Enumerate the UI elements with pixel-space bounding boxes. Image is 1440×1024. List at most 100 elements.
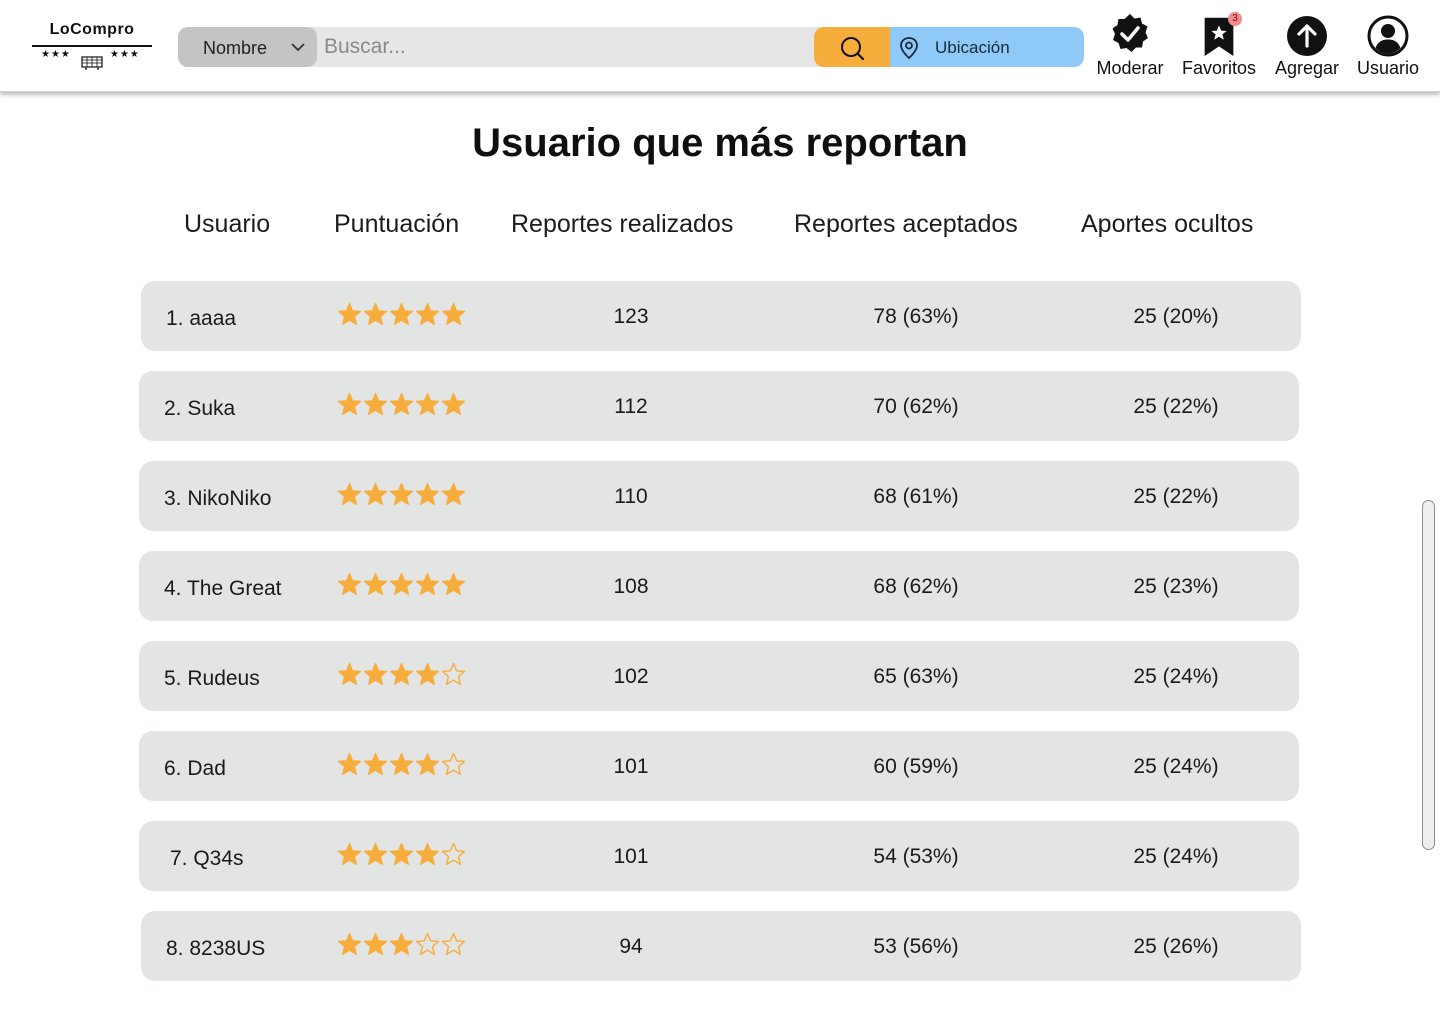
row-aportes-ocultos: 25 (24%) [1133, 665, 1219, 688]
rating-stars [337, 302, 466, 327]
star-filled-icon [441, 392, 466, 415]
top-header: LoCompro ★★★ ★★★ Nombre Buscar... Ubicac… [0, 0, 1440, 92]
row-username: 4. The Great [164, 577, 282, 600]
rating-stars [337, 842, 466, 867]
row-reportes-realizados: 102 [613, 665, 649, 688]
table-row[interactable]: 8. 8238US 94 53 (56%) 25 (26%) [141, 911, 1301, 981]
row-aportes-ocultos: 25 (24%) [1133, 755, 1219, 778]
row-username: 7. Q34s [170, 847, 244, 870]
row-reportes-realizados: 123 [613, 305, 649, 328]
row-aportes-ocultos: 25 (22%) [1133, 395, 1219, 418]
row-reportes-realizados: 112 [614, 395, 648, 418]
row-reportes-aceptados: 65 (63%) [873, 665, 959, 688]
rating-stars [337, 392, 466, 417]
star-filled-icon [389, 302, 414, 325]
upload-arrow-icon [1287, 16, 1327, 56]
category-dropdown[interactable]: Nombre [178, 27, 317, 67]
star-filled-icon [337, 842, 362, 865]
star-filled-icon [441, 482, 466, 505]
star-filled-icon [363, 842, 388, 865]
nav-favoritos-label: Favoritos [1181, 58, 1257, 78]
locompro-logo[interactable]: LoCompro ★★★ ★★★ [32, 18, 152, 74]
row-reportes-realizados: 101 [613, 845, 649, 868]
row-aportes-ocultos: 25 (23%) [1133, 575, 1219, 598]
star-filled-icon [337, 572, 362, 595]
star-filled-icon [415, 842, 440, 865]
star-filled-icon [337, 482, 362, 505]
table-row[interactable]: 6. Dad 101 60 (59%) 25 (24%) [139, 731, 1299, 801]
column-header-usuario: Usuario [184, 210, 271, 238]
table-row[interactable]: 2. Suka 112 70 (62%) 25 (22%) [139, 371, 1299, 441]
search-input[interactable] [324, 31, 810, 63]
star-filled-icon [389, 752, 414, 775]
page-title: Usuario que más reportan [472, 121, 968, 165]
row-aportes-ocultos: 25 (26%) [1133, 935, 1219, 958]
nav-agregar[interactable]: Agregar [1270, 12, 1344, 82]
star-filled-icon [389, 842, 414, 865]
table-row[interactable]: 4. The Great 108 68 (62%) 25 (23%) [139, 551, 1299, 621]
row-username: 5. Rudeus [164, 667, 260, 690]
row-reportes-aceptados: 54 (53%) [873, 845, 959, 868]
rating-stars [337, 662, 466, 687]
chevron-down-icon [291, 43, 305, 52]
logo-underline [32, 45, 152, 47]
logo-stars-right: ★★★ [110, 49, 140, 60]
row-reportes-aceptados: 68 (61%) [873, 485, 959, 508]
column-header-reportes-aceptados: Reportes aceptados [794, 210, 1018, 238]
star-filled-icon [389, 662, 414, 685]
row-reportes-aceptados: 53 (56%) [873, 935, 959, 958]
star-filled-icon [389, 932, 414, 955]
row-reportes-realizados: 101 [613, 755, 649, 778]
star-filled-icon [415, 752, 440, 775]
rating-stars [337, 572, 466, 597]
star-filled-icon [389, 482, 414, 505]
star-filled-icon [363, 392, 388, 415]
star-filled-icon [363, 572, 388, 595]
rating-stars [337, 482, 466, 507]
star-filled-icon [363, 302, 388, 325]
row-username: 2. Suka [164, 397, 236, 420]
rating-stars [337, 752, 466, 777]
table-row[interactable]: 5. Rudeus 102 65 (63%) 25 (24%) [139, 641, 1299, 711]
star-filled-icon [415, 572, 440, 595]
cart-icon [81, 56, 103, 70]
star-filled-icon [441, 572, 466, 595]
table-row[interactable]: 1. aaaa 123 78 (63%) 25 (20%) [141, 281, 1301, 351]
table-row[interactable]: 7. Q34s 101 54 (53%) 25 (24%) [139, 821, 1299, 891]
column-header-reportes-realizados: Reportes realizados [511, 210, 734, 238]
star-filled-icon [363, 932, 388, 955]
row-reportes-realizados: 94 [619, 935, 643, 958]
location-button[interactable]: Ubicación [890, 27, 1084, 67]
row-reportes-realizados: 108 [613, 575, 649, 598]
row-reportes-aceptados: 70 (62%) [873, 395, 959, 418]
vertical-scrollbar[interactable] [1422, 500, 1435, 850]
location-label: Ubicación [935, 38, 1010, 57]
nav-moderar[interactable]: Moderar [1092, 12, 1168, 82]
row-reportes-aceptados: 78 (63%) [873, 305, 959, 328]
search-button[interactable] [814, 27, 890, 67]
nav-usuario[interactable]: Usuario [1352, 12, 1424, 82]
star-filled-icon [415, 482, 440, 505]
star-filled-icon [363, 662, 388, 685]
star-filled-icon [337, 392, 362, 415]
star-empty-icon [441, 842, 466, 866]
row-reportes-aceptados: 68 (62%) [873, 575, 959, 598]
star-empty-icon [441, 752, 466, 776]
nav-moderar-label: Moderar [1096, 58, 1164, 78]
table-row[interactable]: 3. NikoNiko 110 68 (61%) 25 (22%) [139, 461, 1299, 531]
nav-favoritos[interactable]: 3 Favoritos [1180, 12, 1258, 82]
row-reportes-realizados: 110 [614, 485, 648, 508]
column-header-aportes-ocultos: Aportes ocultos [1081, 210, 1254, 238]
star-filled-icon [337, 932, 362, 955]
star-filled-icon [337, 302, 362, 325]
location-pin-icon [900, 37, 918, 60]
star-filled-icon [389, 392, 414, 415]
star-filled-icon [337, 662, 362, 685]
star-empty-icon [415, 932, 440, 956]
row-username: 3. NikoNiko [164, 487, 272, 510]
user-avatar-icon [1367, 15, 1409, 57]
star-filled-icon [415, 392, 440, 415]
rating-stars [337, 932, 466, 957]
star-empty-icon [441, 932, 466, 956]
star-filled-icon [389, 572, 414, 595]
